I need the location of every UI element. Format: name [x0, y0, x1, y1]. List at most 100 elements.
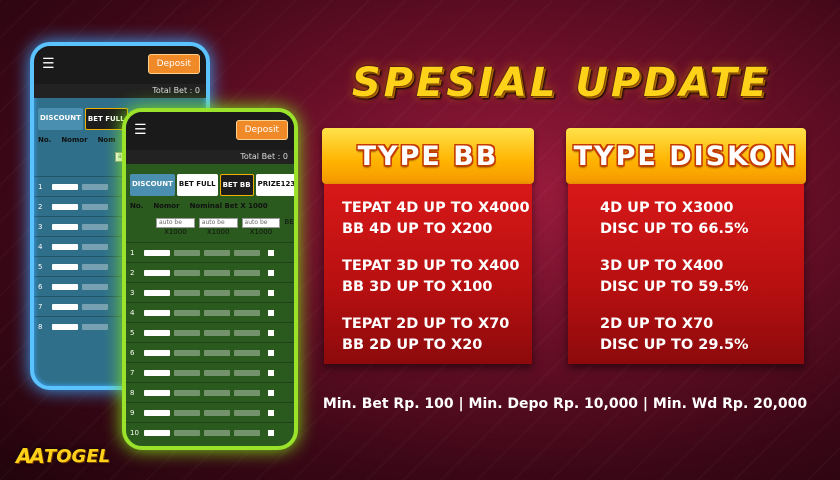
bet-input[interactable] [234, 369, 260, 376]
bet-input[interactable] [204, 409, 230, 416]
bet-input[interactable] [234, 289, 260, 296]
phone-header: ☰ Deposit [126, 112, 294, 150]
row-checkbox[interactable] [268, 349, 274, 356]
column-nominal: Nominal Bet X 1000 [189, 202, 268, 210]
bet-input[interactable] [204, 329, 230, 336]
auto-bet-input[interactable]: auto be [156, 218, 195, 228]
bet-input[interactable] [234, 329, 260, 336]
number-input[interactable] [52, 243, 78, 250]
bet-input[interactable] [174, 289, 200, 296]
auto-bet-field[interactable]: auto be X1000 [198, 218, 238, 236]
total-bet-text: Total Bet : 0 [34, 84, 206, 98]
table-row: 2 [126, 262, 294, 282]
bet-input[interactable] [204, 389, 230, 396]
auto-bet-input[interactable]: auto be [241, 218, 281, 228]
number-input[interactable] [144, 409, 170, 416]
bet-input[interactable] [204, 349, 230, 356]
number-input[interactable] [52, 303, 78, 310]
bet-input[interactable] [204, 269, 230, 276]
offer-line: 3D UP TO X400 [600, 258, 724, 274]
bet-input[interactable] [234, 409, 260, 416]
offer-line: DISC UP TO 59.5% [600, 279, 749, 295]
bet-input[interactable] [174, 369, 200, 376]
tab-prize123[interactable]: PRIZE123 [255, 174, 294, 196]
tab-bet-bb[interactable]: BET BB [219, 174, 254, 196]
tab-discount[interactable]: DISCOUNT [130, 174, 175, 196]
bet-input[interactable] [174, 349, 200, 356]
bet-input[interactable] [234, 389, 260, 396]
logo-text: TOGEL [43, 445, 111, 467]
row-checkbox[interactable] [268, 429, 274, 436]
hamburger-menu-icon[interactable]: ☰ [42, 57, 55, 71]
bet-input[interactable] [82, 203, 108, 210]
row-checkbox[interactable] [268, 369, 274, 376]
bet-input[interactable] [174, 329, 200, 336]
bet-input[interactable] [234, 269, 260, 276]
tab-discount[interactable]: DISCOUNT [38, 108, 83, 130]
number-input[interactable] [52, 203, 78, 210]
bet-input[interactable] [82, 323, 108, 330]
bet-input[interactable] [234, 309, 260, 316]
hamburger-menu-icon[interactable]: ☰ [134, 123, 147, 137]
offer-line: 4D UP TO X3000 [600, 200, 734, 216]
number-input[interactable] [52, 283, 78, 290]
bet-input[interactable] [174, 429, 200, 436]
multiplier-label: X1000 [249, 228, 273, 236]
bet-input[interactable] [234, 429, 260, 436]
number-input[interactable] [144, 289, 170, 296]
bet-input[interactable] [204, 369, 230, 376]
bet-input[interactable] [204, 429, 230, 436]
number-input[interactable] [144, 269, 170, 276]
offer-line: TEPAT 4D UP TO X4000 [342, 200, 530, 216]
number-input[interactable] [144, 329, 170, 336]
bet-input[interactable] [82, 243, 108, 250]
number-input[interactable] [52, 323, 78, 330]
row-checkbox[interactable] [268, 389, 274, 396]
bet-input[interactable] [234, 249, 260, 256]
bet-input[interactable] [82, 183, 108, 190]
bet-input[interactable] [174, 409, 200, 416]
auto-bet-field[interactable]: auto be X1000 [241, 218, 281, 236]
number-input[interactable] [144, 429, 170, 436]
number-input[interactable] [144, 369, 170, 376]
table-row: 1 [126, 242, 294, 262]
offer-line: BB 2D UP TO X20 [342, 337, 483, 353]
table-row: 3 [126, 282, 294, 302]
bet-extra-field[interactable]: BE [284, 218, 294, 236]
number-input[interactable] [52, 183, 78, 190]
row-checkbox[interactable] [268, 329, 274, 336]
number-input[interactable] [144, 309, 170, 316]
logo-mark-icon: AA [16, 444, 45, 468]
bet-input[interactable] [82, 263, 108, 270]
row-checkbox[interactable] [268, 309, 274, 316]
bet-input[interactable] [204, 289, 230, 296]
auto-bet-field[interactable]: auto be X1000 [156, 218, 195, 236]
phone-header: ☰ Deposit [34, 46, 206, 84]
bet-input[interactable] [82, 283, 108, 290]
number-input[interactable] [52, 223, 78, 230]
offer-line: DISC UP TO 29.5% [600, 337, 749, 353]
bet-input[interactable] [174, 389, 200, 396]
bet-input[interactable] [204, 309, 230, 316]
auto-bet-input[interactable]: auto be [198, 218, 238, 228]
bet-input[interactable] [174, 309, 200, 316]
number-input[interactable] [52, 263, 78, 270]
number-input[interactable] [144, 249, 170, 256]
column-nomor: Nomor [153, 202, 180, 210]
row-checkbox[interactable] [268, 269, 274, 276]
table-row: 6 [126, 342, 294, 362]
row-checkbox[interactable] [268, 289, 274, 296]
number-input[interactable] [144, 349, 170, 356]
deposit-button[interactable]: Deposit [147, 54, 200, 74]
bet-input[interactable] [204, 249, 230, 256]
bet-input[interactable] [82, 223, 108, 230]
bet-input[interactable] [174, 249, 200, 256]
tab-bet-full[interactable]: BET FULL [176, 174, 218, 196]
deposit-button[interactable]: Deposit [235, 120, 288, 140]
row-checkbox[interactable] [268, 409, 274, 416]
bet-input[interactable] [174, 269, 200, 276]
bet-input[interactable] [234, 349, 260, 356]
row-checkbox[interactable] [268, 249, 274, 256]
bet-input[interactable] [82, 303, 108, 310]
number-input[interactable] [144, 389, 170, 396]
